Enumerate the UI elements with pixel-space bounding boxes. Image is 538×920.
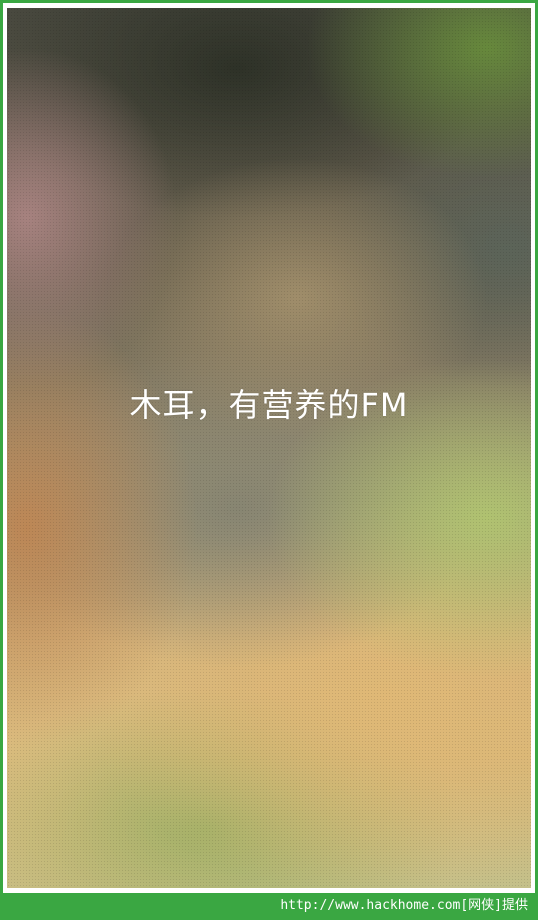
splash-tagline: 木耳，有营养的FM xyxy=(129,386,409,424)
screenshot-frame: 木耳，有营养的FM xyxy=(0,0,538,896)
watermark-text: http://www.hackhome.com[网侠]提供 xyxy=(280,898,528,913)
page: 木耳，有营养的FM http://www.hackhome.com[网侠]提供 xyxy=(0,0,538,920)
splash-screen: 木耳，有营养的FM xyxy=(7,8,531,888)
